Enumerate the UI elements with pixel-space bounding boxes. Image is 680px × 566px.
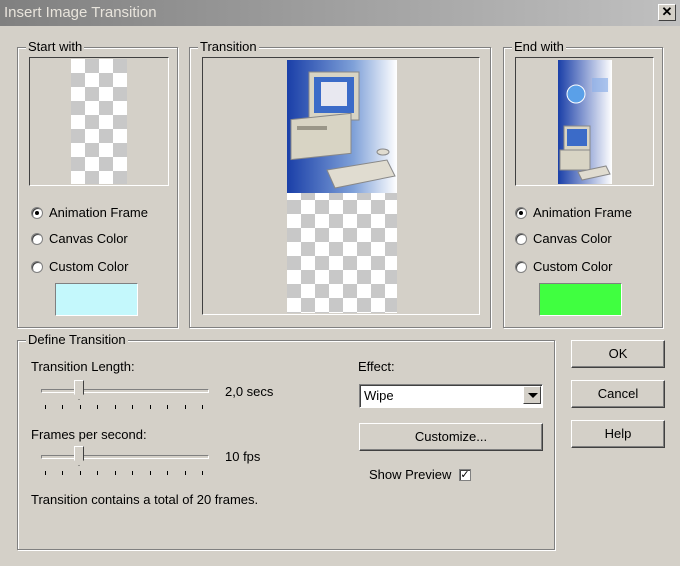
radio-label: Canvas Color (533, 231, 612, 246)
transition-label: Transition (198, 39, 259, 54)
show-preview-checkbox[interactable]: ✓ (459, 469, 471, 481)
help-button-label: Help (604, 426, 632, 441)
frame-summary: Transition contains a total of 20 frames… (31, 492, 259, 507)
fps-slider[interactable] (74, 446, 84, 466)
effect-select[interactable]: Wipe (359, 384, 543, 408)
transition-length-ticks (45, 405, 205, 410)
end-option-canvas-color[interactable]: Canvas Color (515, 231, 612, 246)
ok-button-label: OK (608, 346, 628, 361)
fps-label: Frames per second: (31, 427, 147, 442)
close-icon: ✕ (661, 4, 673, 19)
transition-preview-image (287, 60, 397, 313)
start-with-group: Start with Animation Frame Canvas Color … (17, 39, 178, 328)
transition-length-label: Transition Length: (31, 359, 135, 374)
fps-track[interactable] (41, 455, 209, 459)
fps-value: 10 fps (225, 449, 261, 464)
cancel-button-label: Cancel (597, 386, 639, 401)
fps-ticks (45, 471, 205, 476)
radio-button[interactable] (515, 232, 527, 245)
close-button[interactable]: ✕ (658, 4, 676, 21)
start-with-label: Start with (26, 39, 85, 54)
radio-button[interactable] (31, 232, 43, 245)
start-custom-color-swatch[interactable] (55, 283, 138, 316)
checkmark-icon: ✓ (460, 469, 470, 481)
help-button[interactable]: Help (571, 420, 665, 448)
window-title: Insert Image Transition (4, 4, 157, 21)
customize-button-label: Customize... (414, 429, 488, 444)
computer-picture (558, 60, 612, 184)
end-preview-image (558, 60, 612, 184)
start-preview (29, 57, 169, 186)
show-preview-label: Show Preview (369, 467, 452, 482)
start-preview-image (71, 59, 127, 184)
end-preview (515, 57, 654, 186)
chevron-down-icon[interactable] (523, 386, 541, 404)
radio-button[interactable] (31, 206, 43, 219)
start-option-custom-color[interactable]: Custom Color (31, 259, 128, 274)
transition-length-slider[interactable] (74, 380, 84, 400)
radio-label: Animation Frame (49, 205, 148, 220)
title-bar: Insert Image Transition ✕ (0, 0, 680, 26)
end-with-group: End with Animation Frame Canvas Color Cu… (503, 39, 663, 328)
define-transition-group: Define Transition Transition Length: 2,0… (17, 332, 555, 550)
radio-label: Animation Frame (533, 205, 632, 220)
radio-label: Custom Color (533, 259, 613, 274)
transition-length-value: 2,0 secs (225, 384, 274, 399)
customize-button[interactable]: Customize... (359, 423, 543, 451)
transition-length-track[interactable] (41, 389, 209, 393)
radio-button[interactable] (515, 206, 527, 219)
effect-label: Effect: (358, 359, 395, 374)
end-option-custom-color[interactable]: Custom Color (515, 259, 612, 274)
radio-label: Custom Color (49, 259, 129, 274)
effect-value: Wipe (364, 388, 394, 403)
start-option-canvas-color[interactable]: Canvas Color (31, 231, 128, 246)
transition-group: Transition (189, 39, 491, 328)
radio-label: Canvas Color (49, 231, 128, 246)
radio-button[interactable] (515, 260, 527, 273)
define-transition-label: Define Transition (26, 332, 128, 347)
end-custom-color-swatch[interactable] (539, 283, 622, 316)
end-with-label: End with (512, 39, 566, 54)
computer-picture (287, 60, 397, 313)
transition-preview (202, 57, 480, 315)
radio-button[interactable] (31, 260, 43, 273)
ok-button[interactable]: OK (571, 340, 665, 368)
cancel-button[interactable]: Cancel (571, 380, 665, 408)
end-option-animation-frame[interactable]: Animation Frame (515, 205, 632, 220)
start-option-animation-frame[interactable]: Animation Frame (31, 205, 148, 220)
